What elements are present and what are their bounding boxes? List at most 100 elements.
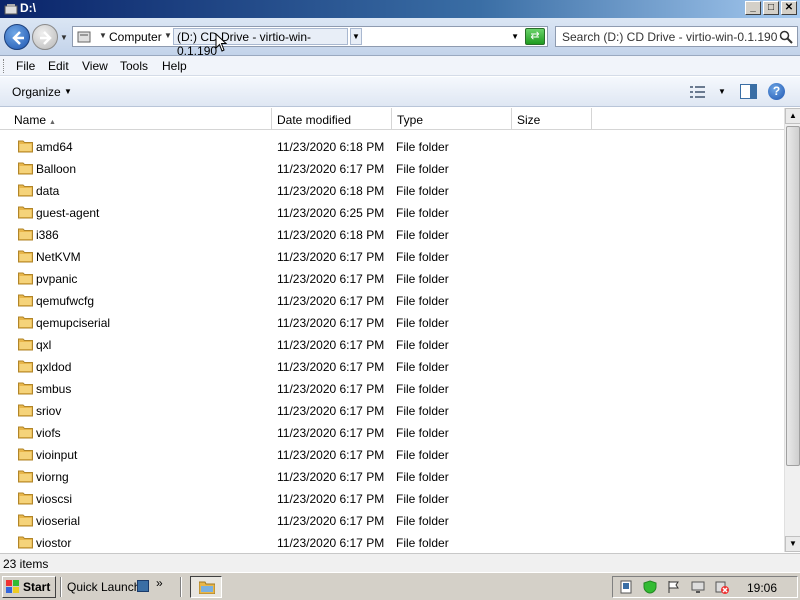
folder-icon — [18, 272, 33, 285]
sort-ascending-icon: ▲ — [49, 119, 56, 126]
list-item[interactable]: qxldod 11/23/2020 6:17 PM File folder — [0, 356, 784, 378]
list-item[interactable]: NetKVM 11/23/2020 6:17 PM File folder — [0, 246, 784, 268]
show-desktop-icon[interactable] — [137, 580, 149, 592]
file-date-modified: 11/23/2020 6:17 PM — [277, 426, 385, 440]
folder-icon — [18, 338, 33, 351]
column-date-modified[interactable]: Date modified — [272, 108, 392, 130]
menu-help[interactable]: Help — [162, 59, 187, 73]
file-name: qemupciserial — [36, 316, 111, 330]
start-label: Start — [23, 580, 51, 594]
file-date-modified: 11/23/2020 6:17 PM — [277, 470, 385, 484]
list-item[interactable]: vioserial 11/23/2020 6:17 PM File folder — [0, 510, 784, 532]
file-date-modified: 11/23/2020 6:17 PM — [277, 250, 385, 264]
list-item[interactable]: viorng 11/23/2020 6:17 PM File folder — [0, 466, 784, 488]
breadcrumb-computer-dropdown[interactable]: ▼ — [164, 31, 172, 40]
file-name: qxl — [36, 338, 52, 352]
list-item[interactable]: sriov 11/23/2020 6:17 PM File folder — [0, 400, 784, 422]
file-type: File folder — [396, 228, 449, 242]
vertical-scrollbar[interactable]: ▲ ▼ — [784, 108, 800, 552]
file-type: File folder — [396, 360, 449, 374]
list-item[interactable]: viostor 11/23/2020 6:17 PM File folder — [0, 532, 784, 553]
column-type[interactable]: Type — [392, 108, 512, 130]
menu-grip[interactable] — [3, 59, 6, 73]
list-item[interactable]: vioinput 11/23/2020 6:17 PM File folder — [0, 444, 784, 466]
column-header: Name ▲ Date modified Type Size — [0, 108, 784, 130]
history-dropdown[interactable]: ▼ — [60, 33, 68, 42]
menu-file[interactable]: File — [16, 59, 35, 73]
list-item[interactable]: Balloon 11/23/2020 6:17 PM File folder — [0, 158, 784, 180]
quick-launch-label: Quick Launch — [67, 580, 141, 594]
file-date-modified: 11/23/2020 6:18 PM — [277, 184, 385, 198]
organize-button[interactable]: Organize — [12, 85, 61, 99]
list-item[interactable]: i386 11/23/2020 6:18 PM File folder — [0, 224, 784, 246]
explorer-folder-icon — [199, 581, 215, 594]
search-icon[interactable] — [779, 30, 793, 44]
list-item[interactable]: data 11/23/2020 6:18 PM File folder — [0, 180, 784, 202]
views-icon[interactable] — [690, 85, 706, 99]
network-tray-icon[interactable] — [619, 580, 633, 594]
quick-launch-more[interactable]: » — [156, 576, 163, 590]
scroll-up-button[interactable]: ▲ — [785, 108, 800, 124]
address-bar[interactable]: ▼ Computer ▼ (D:) CD Drive - virtio-win-… — [72, 26, 548, 58]
list-item[interactable]: qemufwcfg 11/23/2020 6:17 PM File folder — [0, 290, 784, 312]
title-bar[interactable]: D:\ _ □ ✕ — [0, 0, 800, 18]
menu-edit[interactable]: Edit — [48, 59, 69, 73]
volume-muted-icon[interactable] — [715, 580, 729, 594]
minimize-button[interactable]: _ — [745, 1, 761, 15]
breadcrumb-current-dropdown[interactable]: ▼ — [350, 28, 362, 45]
address-root-dropdown[interactable]: ▼ — [99, 31, 107, 40]
list-item[interactable]: amd64 11/23/2020 6:18 PM File folder — [0, 136, 784, 158]
list-item[interactable]: pvpanic 11/23/2020 6:17 PM File folder — [0, 268, 784, 290]
list-item[interactable]: viofs 11/23/2020 6:17 PM File folder — [0, 422, 784, 444]
column-size[interactable]: Size — [512, 108, 592, 130]
start-button[interactable]: Start — [2, 576, 56, 598]
breadcrumb-computer[interactable]: Computer — [109, 30, 162, 44]
file-date-modified: 11/23/2020 6:18 PM — [277, 140, 385, 154]
organize-dropdown-icon[interactable]: ▼ — [64, 87, 72, 96]
forward-button[interactable] — [32, 24, 58, 50]
folder-icon — [18, 294, 33, 307]
preview-pane-icon[interactable] — [740, 84, 757, 99]
search-input[interactable]: Search (D:) CD Drive - virtio-win-0.1.19… — [555, 26, 798, 47]
menu-tools[interactable]: Tools — [120, 59, 148, 73]
taskbar-explorer-button[interactable] — [190, 576, 222, 598]
scroll-down-button[interactable]: ▼ — [785, 536, 800, 552]
refresh-icon: ⇄ — [530, 30, 540, 42]
file-date-modified: 11/23/2020 6:17 PM — [277, 404, 385, 418]
column-date-label: Date modified — [277, 113, 352, 127]
menu-view[interactable]: View — [82, 59, 108, 73]
restore-button[interactable]: □ — [763, 1, 779, 15]
close-button[interactable]: ✕ — [781, 1, 797, 15]
breadcrumb-current[interactable]: (D:) CD Drive - virtio-win-0.1.190 — [173, 28, 348, 58]
file-list: amd64 11/23/2020 6:18 PM File folder Balloo… — [0, 131, 784, 553]
refresh-button[interactable]: ⇄ — [525, 28, 545, 45]
folder-icon — [18, 360, 33, 373]
items-count: 23 items — [3, 557, 49, 571]
file-date-modified: 11/23/2020 6:17 PM — [277, 514, 385, 528]
taskbar: Start Quick Launch » 19:06 — [0, 572, 800, 600]
windows-flag-icon — [6, 580, 19, 593]
back-button[interactable] — [4, 24, 30, 50]
list-item[interactable]: vioscsi 11/23/2020 6:17 PM File folder — [0, 488, 784, 510]
display-tray-icon[interactable] — [691, 580, 705, 594]
list-item[interactable]: qxl 11/23/2020 6:17 PM File folder — [0, 334, 784, 356]
folder-icon — [18, 184, 33, 197]
file-type: File folder — [396, 316, 449, 330]
list-item[interactable]: guest-agent 11/23/2020 6:25 PM File folder — [0, 202, 784, 224]
scroll-thumb[interactable] — [786, 126, 800, 466]
list-item[interactable]: qemupciserial 11/23/2020 6:17 PM File fold… — [0, 312, 784, 334]
file-name: NetKVM — [36, 250, 81, 264]
list-item[interactable]: smbus 11/23/2020 6:17 PM File folder — [0, 378, 784, 400]
security-shield-icon[interactable] — [643, 580, 657, 594]
help-icon[interactable]: ? — [768, 83, 785, 100]
column-name[interactable]: Name ▲ — [0, 108, 272, 130]
file-date-modified: 11/23/2020 6:17 PM — [277, 272, 385, 286]
action-center-flag-icon[interactable] — [667, 580, 681, 594]
file-name: Balloon — [36, 162, 77, 176]
folder-icon — [18, 250, 33, 263]
system-tray: 19:06 — [612, 576, 798, 598]
file-type: File folder — [396, 162, 449, 176]
views-dropdown[interactable]: ▼ — [718, 87, 726, 96]
address-history-dropdown[interactable]: ▼ — [511, 32, 519, 41]
file-type: File folder — [396, 492, 449, 506]
